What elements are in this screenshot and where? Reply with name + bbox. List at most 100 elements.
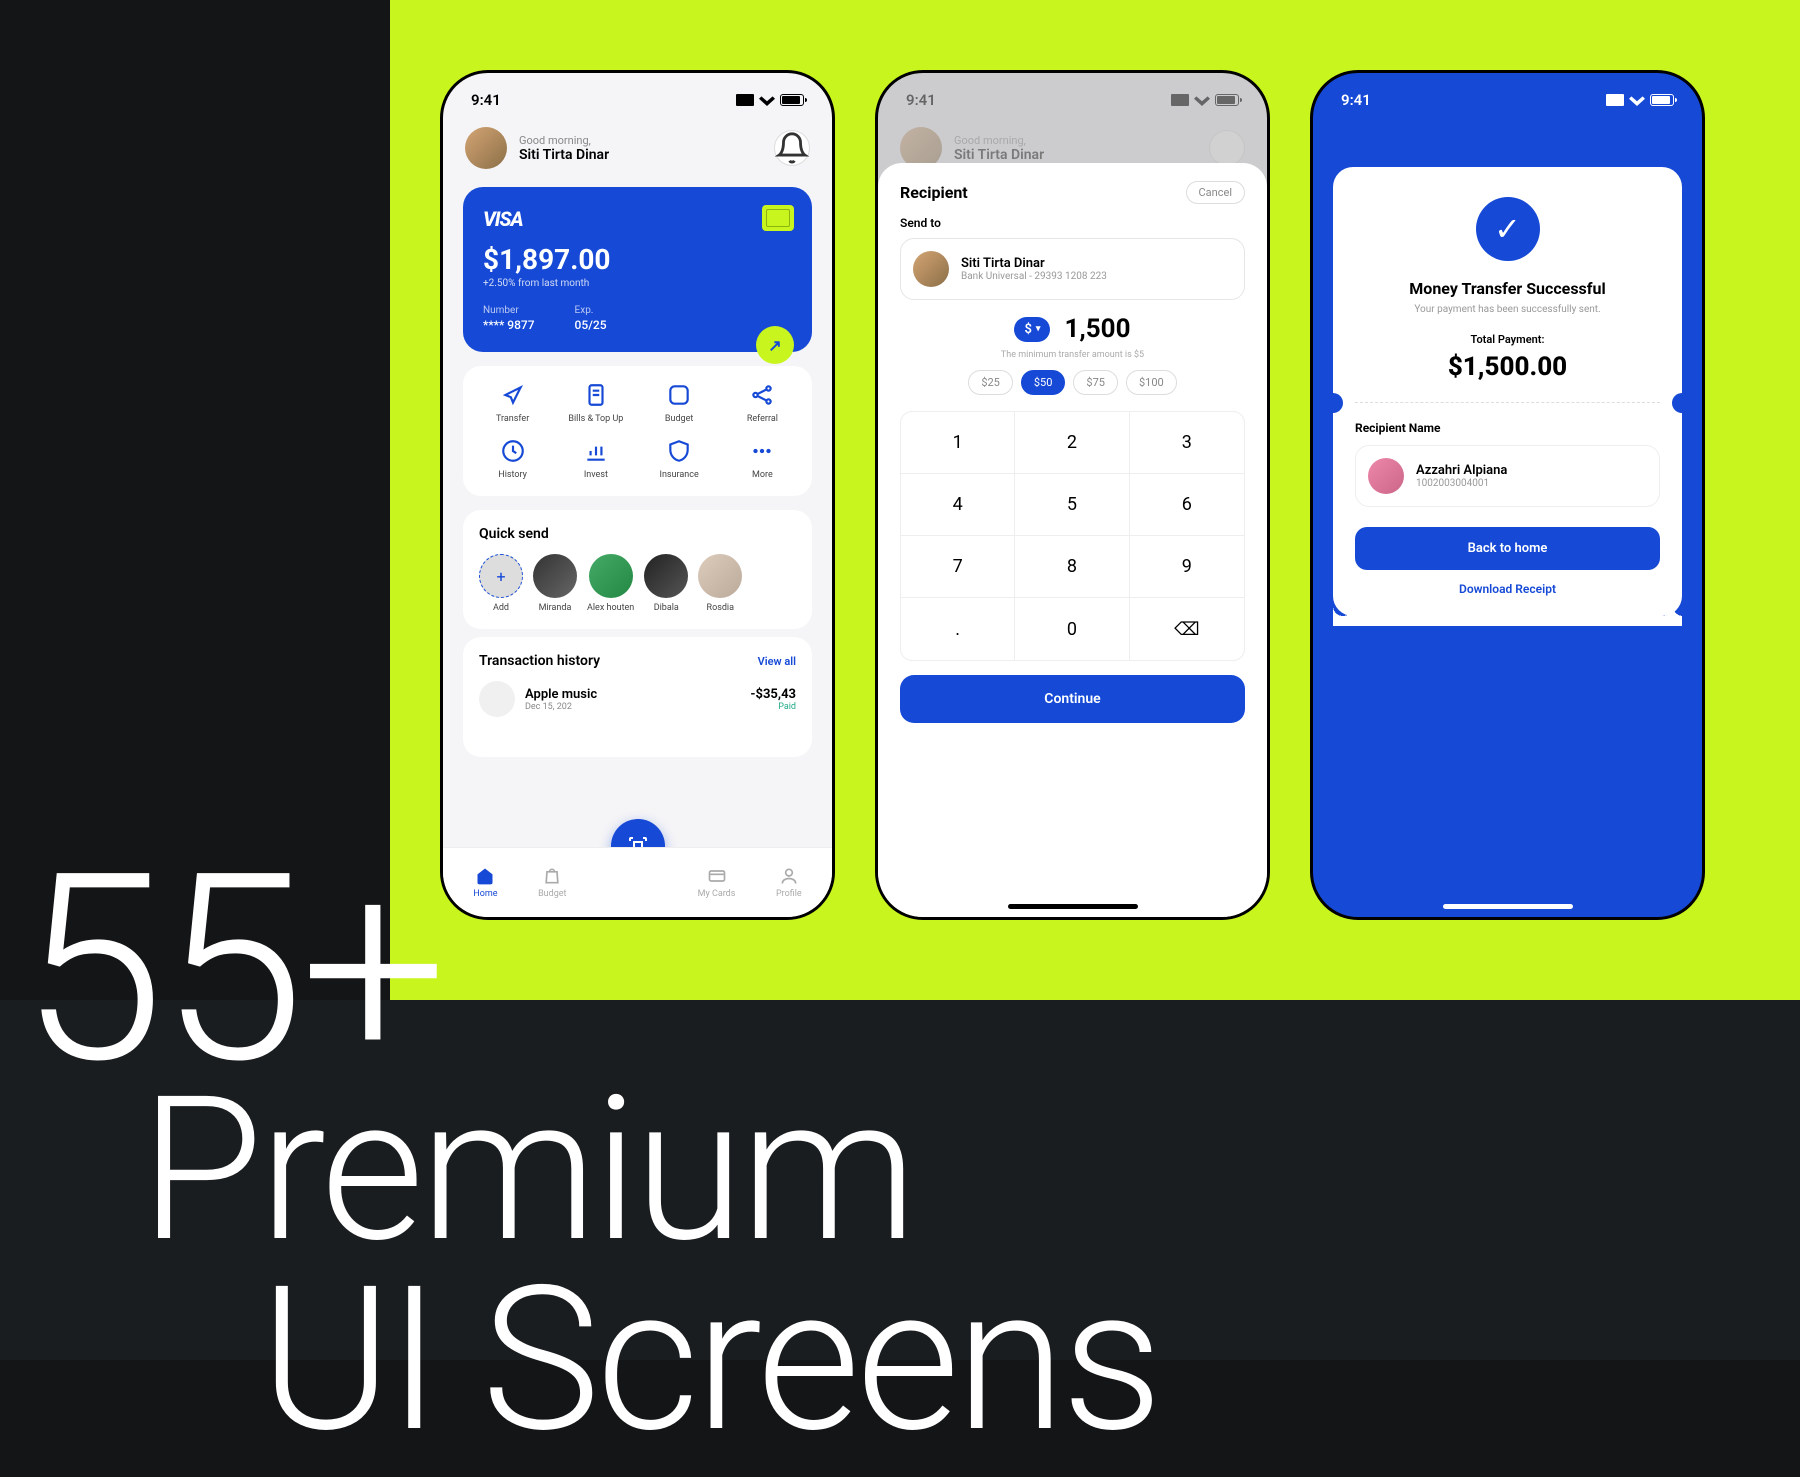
- transaction-status: Paid: [750, 702, 796, 712]
- key-9[interactable]: 9: [1130, 536, 1244, 598]
- greeting-text: Good morning,: [519, 134, 762, 147]
- action-history[interactable]: History: [473, 438, 552, 480]
- avatar[interactable]: [465, 127, 507, 169]
- battery-icon: [780, 94, 804, 106]
- status-bar: 9:41: [1313, 73, 1702, 117]
- tab-home[interactable]: Home: [473, 866, 497, 899]
- headline-2: Premium: [140, 1070, 914, 1270]
- download-receipt-link[interactable]: Download Receipt: [1355, 582, 1660, 596]
- clock-icon: [500, 438, 526, 464]
- key-backspace[interactable]: ⌫: [1130, 598, 1244, 660]
- key-6[interactable]: 6: [1130, 474, 1244, 536]
- key-8[interactable]: 8: [1015, 536, 1129, 598]
- contact-item[interactable]: Rosdia: [698, 554, 742, 613]
- home-icon: [475, 866, 495, 886]
- wallet-icon: [666, 382, 692, 408]
- tab-profile[interactable]: Profile: [776, 866, 802, 899]
- transaction-row[interactable]: Apple music Dec 15, 202 -$35,43 Paid: [479, 681, 796, 717]
- amount-chip-100[interactable]: $100: [1126, 370, 1177, 395]
- continue-button[interactable]: Continue: [900, 675, 1245, 723]
- action-transfer[interactable]: Transfer: [473, 382, 552, 424]
- success-subtitle: Your payment has been successfully sent.: [1355, 304, 1660, 315]
- cancel-button[interactable]: Cancel: [1186, 181, 1245, 204]
- card-exp: 05/25: [575, 318, 607, 332]
- total-label: Total Payment:: [1355, 333, 1660, 346]
- key-2[interactable]: 2: [1015, 412, 1129, 474]
- avatar: [589, 554, 633, 598]
- quicksend-section: Quick send +Add Miranda Alex houten Diba…: [463, 510, 812, 629]
- card-icon: [707, 866, 727, 886]
- amount-chip-50[interactable]: $50: [1021, 370, 1066, 395]
- action-more[interactable]: More: [723, 438, 802, 480]
- viewall-link[interactable]: View all: [758, 655, 796, 668]
- recipient-selector[interactable]: Siti Tirta Dinar Bank Universal - 29393 …: [900, 238, 1245, 300]
- home-indicator[interactable]: [1443, 904, 1573, 909]
- action-bills[interactable]: Bills & Top Up: [556, 382, 635, 424]
- quicksend-title: Quick send: [479, 526, 796, 542]
- quicksend-add[interactable]: +Add: [479, 554, 523, 613]
- transactions-section: Transaction history View all Apple music…: [463, 637, 812, 757]
- key-1[interactable]: 1: [901, 412, 1015, 474]
- greeting-block: Good morning, Siti Tirta Dinar: [519, 134, 762, 163]
- key-0[interactable]: 0: [1015, 598, 1129, 660]
- more-icon: [749, 438, 775, 464]
- phone-home: 9:41 Good morning, Siti Tirta Dinar VISA…: [440, 70, 835, 920]
- recipient-heading: Recipient Name: [1355, 421, 1660, 435]
- recipient-account: 1002003004001: [1416, 478, 1507, 489]
- tab-cards[interactable]: My Cards: [698, 866, 736, 899]
- receipt-divider: [1355, 402, 1660, 403]
- status-time: 9:41: [471, 91, 501, 109]
- balance-card[interactable]: VISA $1,897.00 +2.50% from last month Nu…: [463, 187, 812, 352]
- key-4[interactable]: 4: [901, 474, 1015, 536]
- avatar: [1368, 458, 1404, 494]
- recipient-bank: Bank Universal - 29393 1208 223: [961, 271, 1107, 282]
- apple-icon: [479, 681, 515, 717]
- send-icon: [500, 382, 526, 408]
- home-indicator[interactable]: [1008, 904, 1138, 909]
- minimum-note: The minimum transfer amount is $5: [900, 350, 1245, 360]
- card-number: **** 9877: [483, 318, 535, 332]
- avatar: [913, 251, 949, 287]
- sheet-title: Recipient: [900, 183, 968, 202]
- status-icons: [736, 94, 804, 106]
- card-chip-icon: [762, 205, 794, 231]
- tab-budget[interactable]: Budget: [538, 866, 566, 899]
- amount-chip-25[interactable]: $25: [968, 370, 1013, 395]
- recipient-info: Azzahri Alpiana 1002003004001: [1355, 445, 1660, 507]
- user-icon: [779, 866, 799, 886]
- card-expand-button[interactable]: ↗: [756, 326, 794, 364]
- contact-item[interactable]: Alex houten: [587, 554, 634, 613]
- key-7[interactable]: 7: [901, 536, 1015, 598]
- currency-selector[interactable]: $▾: [1014, 317, 1050, 342]
- key-dot[interactable]: .: [901, 598, 1015, 660]
- key-3[interactable]: 3: [1130, 412, 1244, 474]
- contact-item[interactable]: Dibala: [644, 554, 688, 613]
- key-5[interactable]: 5: [1015, 474, 1129, 536]
- success-title: Money Transfer Successful: [1355, 279, 1660, 298]
- signal-icon: [736, 94, 754, 106]
- phone-recipient: 9:41 Good morning,Siti Tirta Dinar Recip…: [875, 70, 1270, 920]
- card-number-label: Number: [483, 305, 535, 316]
- amount-chip-75[interactable]: $75: [1073, 370, 1118, 395]
- transactions-title: Transaction history: [479, 653, 600, 669]
- card-brand: VISA: [483, 207, 792, 231]
- contact-item[interactable]: Miranda: [533, 554, 577, 613]
- avatar: [698, 554, 742, 598]
- transaction-amount: -$35,43: [750, 687, 796, 702]
- user-name: Siti Tirta Dinar: [519, 147, 762, 163]
- recipient-name: Azzahri Alpiana: [1416, 463, 1507, 478]
- share-icon: [749, 382, 775, 408]
- avatar: [533, 554, 577, 598]
- action-insurance[interactable]: Insurance: [640, 438, 719, 480]
- avatar: [644, 554, 688, 598]
- card-delta: +2.50% from last month: [483, 278, 792, 289]
- action-budget[interactable]: Budget: [640, 382, 719, 424]
- action-referral[interactable]: Referral: [723, 382, 802, 424]
- home-header: Good morning, Siti Tirta Dinar: [443, 117, 832, 179]
- shield-icon: [666, 438, 692, 464]
- notifications-button[interactable]: [774, 130, 810, 166]
- action-invest[interactable]: Invest: [556, 438, 635, 480]
- back-home-button[interactable]: Back to home: [1355, 527, 1660, 570]
- actions-grid: Transfer Bills & Top Up Budget Referral …: [463, 366, 812, 496]
- amount-input[interactable]: 1,500: [1064, 314, 1130, 344]
